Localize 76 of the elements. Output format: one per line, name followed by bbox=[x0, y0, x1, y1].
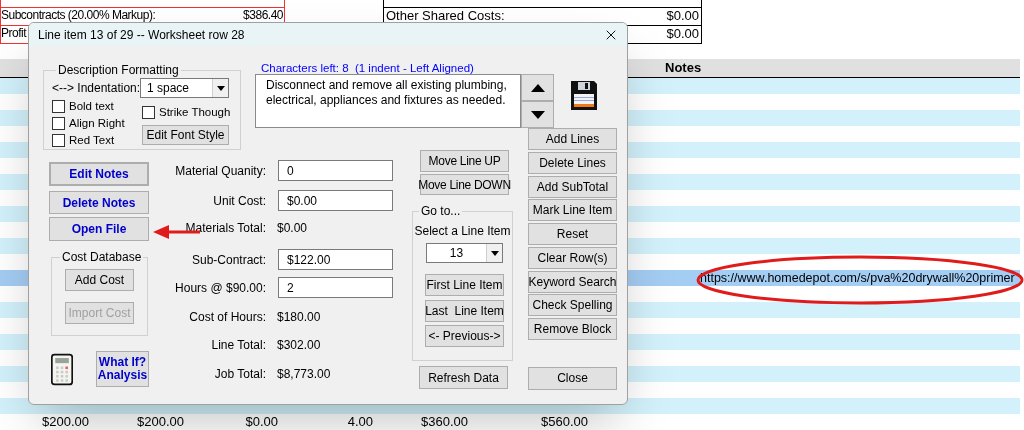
summary-label: Subcontracts (20.00% Markup): bbox=[1, 9, 156, 22]
group-title: Description Formatting bbox=[57, 63, 180, 77]
checkbox-label: Strike Though bbox=[159, 104, 231, 120]
form-label: Line Total: bbox=[211, 336, 266, 354]
move-line-button[interactable]: Move Line UP bbox=[420, 150, 509, 172]
checkbox[interactable] bbox=[52, 134, 65, 147]
line-item-dropdown[interactable]: 13 bbox=[426, 243, 503, 263]
checkbox[interactable] bbox=[52, 100, 65, 113]
group-title: Cost Database bbox=[61, 250, 143, 264]
navigation-button[interactable]: First Line Item bbox=[425, 274, 504, 296]
form-label: Materials Total: bbox=[185, 219, 266, 237]
cost-button[interactable]: Add Cost bbox=[65, 269, 134, 291]
checkbox[interactable] bbox=[142, 106, 155, 119]
close-button[interactable]: Close bbox=[528, 366, 617, 390]
checkbox-label: Bold text bbox=[69, 98, 114, 114]
form-value: $302.00 bbox=[277, 336, 321, 354]
description-field[interactable]: Disconnect and remove all existing plumbing, electrical, appliances and fixtures as needed. bbox=[255, 74, 521, 128]
action-button[interactable]: Clear Row(s) bbox=[528, 246, 617, 269]
navigation-button[interactable]: Last Line Item bbox=[425, 300, 504, 322]
move-line-button[interactable]: Move Line DOWN bbox=[420, 174, 509, 195]
form-value: $180.00 bbox=[277, 308, 321, 326]
notes-button[interactable]: Delete Notes bbox=[49, 191, 149, 214]
calculator-icon[interactable] bbox=[51, 351, 74, 388]
down-triangle-icon bbox=[530, 110, 545, 119]
action-button[interactable]: Add SubTotal bbox=[528, 175, 617, 198]
input-field[interactable]: $0.00 bbox=[278, 190, 393, 211]
characters-left-text: Characters left: 8 (1 indent - Left Aligned) bbox=[260, 63, 475, 74]
table-cell-text: 4.00 bbox=[346, 413, 373, 430]
table-cell-text: $560.00 bbox=[540, 413, 588, 430]
checkbox[interactable] bbox=[52, 117, 65, 130]
indentation-label: <--> Indentation: bbox=[52, 80, 140, 97]
summary-label: Other Shared Costs: bbox=[386, 9, 505, 22]
input-field[interactable]: 2 bbox=[278, 277, 393, 298]
action-button[interactable]: Delete Lines bbox=[528, 151, 617, 174]
table-cell-text: $200.00 bbox=[41, 413, 89, 430]
font-style-button[interactable]: Edit Font Style bbox=[142, 125, 229, 145]
summary-label: Profit bbox=[1, 27, 26, 40]
action-button[interactable]: Remove Block bbox=[528, 318, 617, 340]
notes-cell-text: https://www.homedepot.com/s/pva%20drywall%20primer bbox=[700, 269, 1015, 287]
table-cell-text: $0.00 bbox=[244, 413, 278, 430]
checkbox-label: Red Text bbox=[69, 132, 115, 148]
move-down-button[interactable] bbox=[521, 101, 554, 128]
up-triangle-icon bbox=[530, 83, 545, 92]
form-label: Sub-Contract: bbox=[191, 251, 266, 269]
input-field[interactable]: $122.00 bbox=[278, 249, 393, 270]
form-label: Cost of Hours: bbox=[189, 308, 266, 326]
table-cell-text: $360.00 bbox=[420, 413, 468, 430]
navigation-button[interactable]: <- Previous-> bbox=[425, 325, 504, 347]
form-value: $8,773.00 bbox=[277, 365, 331, 383]
checkbox-label: Align Right bbox=[69, 115, 125, 131]
notes-button[interactable]: Edit Notes bbox=[49, 162, 149, 186]
select-label: Select a Line Item bbox=[413, 224, 512, 238]
input-field[interactable]: 0 bbox=[278, 160, 393, 181]
what-if-button[interactable]: What If? Analysis bbox=[96, 351, 149, 387]
indentation-dropdown[interactable]: 1 space bbox=[140, 78, 229, 98]
action-button[interactable]: Reset bbox=[528, 223, 617, 245]
summary-value: $386.40 bbox=[243, 9, 283, 22]
summary-value: $0.00 bbox=[666, 27, 699, 40]
save-icon[interactable] bbox=[571, 81, 597, 110]
table-cell-text: $200.00 bbox=[136, 413, 184, 430]
refresh-button[interactable]: Refresh Data bbox=[419, 366, 508, 389]
action-button[interactable]: Add Lines bbox=[528, 128, 617, 150]
form-label: Hours @ $90.00: bbox=[175, 279, 266, 297]
window-title: Line item 13 of 29 -- Worksheet row 28 bbox=[38, 26, 245, 44]
form-label: Material Quanity: bbox=[175, 162, 266, 180]
summary-value: $0.00 bbox=[666, 9, 699, 22]
action-button[interactable]: Keyword Search bbox=[528, 270, 617, 293]
form-label: Job Total: bbox=[214, 365, 266, 383]
group-title: Go to... bbox=[420, 204, 462, 218]
notes-button[interactable]: Open File bbox=[49, 217, 149, 241]
form-value: $0.00 bbox=[277, 219, 308, 237]
action-button[interactable]: Check Spelling bbox=[528, 294, 617, 317]
move-up-button[interactable] bbox=[521, 74, 554, 101]
form-label: Unit Cost: bbox=[213, 192, 266, 210]
column-header: Notes bbox=[665, 59, 702, 78]
action-button[interactable]: Mark Line Item bbox=[528, 199, 617, 222]
